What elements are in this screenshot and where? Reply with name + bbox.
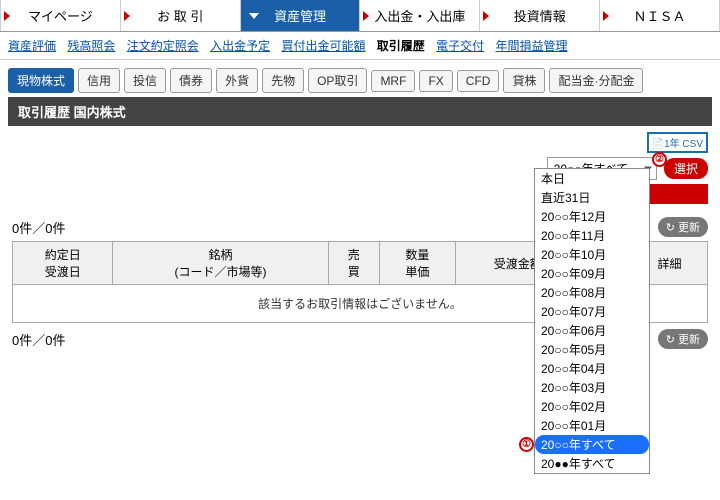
dropdown-item-selected[interactable]: 20○○年すべて <box>535 435 649 454</box>
select-button[interactable]: 選択 <box>664 158 708 179</box>
subnav-trade-history[interactable]: 取引履歴 <box>377 39 425 53</box>
csv-export-button[interactable]: 📄1年 CSV <box>647 132 708 153</box>
annotation-badge-1: ① <box>519 437 534 452</box>
cattab-cfd[interactable]: CFD <box>457 70 500 92</box>
dropdown-item[interactable]: 20○○年10月 <box>535 245 649 264</box>
section-title-bar: 取引履歴 国内株式 <box>8 97 712 126</box>
section-title: 取引履歴 国内株式 <box>18 105 126 120</box>
cattab-fund[interactable]: 投信 <box>124 68 166 93</box>
dropdown-item[interactable]: 20○○年09月 <box>535 264 649 283</box>
main-nav-mypage[interactable]: マイページ <box>0 0 121 31</box>
th-stock: 銘柄(コード／市場等) <box>113 242 328 285</box>
dropdown-item[interactable]: 20○○年05月 <box>535 340 649 359</box>
dropdown-item[interactable]: 本日 <box>535 169 649 188</box>
cattab-futures[interactable]: 先物 <box>262 68 304 93</box>
main-nav-deposit[interactable]: 入出金・入出庫 <box>360 0 480 31</box>
cattab-options[interactable]: OP取引 <box>308 68 367 93</box>
th-qtyprice: 数量単価 <box>379 242 455 285</box>
dropdown-item[interactable]: 20○○年06月 <box>535 321 649 340</box>
nav-marker-icon <box>603 11 609 21</box>
sub-nav: 資産評価 残高照会 注文約定照会 入出金予定 買付出金可能額 取引履歴 電子交付… <box>0 32 720 60</box>
period-dropdown: 本日 直近31日 20○○年12月 20○○年11月 20○○年10月 20○○… <box>534 168 650 474</box>
nav-marker-down-icon <box>249 13 259 19</box>
dropdown-item[interactable]: 20○○年08月 <box>535 283 649 302</box>
refresh-button-top[interactable]: 更新 <box>658 217 708 237</box>
dropdown-item[interactable]: 20○○年02月 <box>535 397 649 416</box>
refresh-button-bottom[interactable]: 更新 <box>658 329 708 349</box>
cattab-fx[interactable]: FX <box>419 70 452 92</box>
dropdown-item[interactable]: 20○○年03月 <box>535 378 649 397</box>
subnav-buy-power[interactable]: 買付出金可能額 <box>281 39 365 53</box>
dropdown-item[interactable]: 20○○年01月 <box>535 416 649 435</box>
nav-marker-icon <box>124 11 130 21</box>
dropdown-item[interactable]: 直近31日 <box>535 188 649 207</box>
cattab-spot[interactable]: 現物株式 <box>8 68 74 93</box>
subnav-deposit-schedule[interactable]: 入出金予定 <box>210 39 270 53</box>
nav-marker-icon <box>4 11 10 21</box>
main-nav-asset[interactable]: 資産管理 <box>241 0 361 31</box>
csv-row: 📄1年 CSV <box>0 126 720 155</box>
cattab-dividend[interactable]: 配当金·分配金 <box>549 68 643 93</box>
cattab-bond[interactable]: 債券 <box>170 68 212 93</box>
cattab-lending[interactable]: 貸株 <box>503 68 545 93</box>
main-nav-info[interactable]: 投資情報 <box>480 0 600 31</box>
cattab-mrf[interactable]: MRF <box>371 70 415 92</box>
dropdown-item[interactable]: 20○○年04月 <box>535 359 649 378</box>
result-count-top: 0件／0件 <box>12 218 65 237</box>
subnav-order-inquiry[interactable]: 注文約定照会 <box>127 39 199 53</box>
dropdown-item[interactable]: 20○○年07月 <box>535 302 649 321</box>
main-nav: マイページ お 取 引 資産管理 入出金・入出庫 投資情報 ＮＩＳＡ <box>0 0 720 32</box>
result-count-bottom: 0件／0件 <box>12 330 65 349</box>
dropdown-item[interactable]: 20○○年11月 <box>535 226 649 245</box>
subnav-annual-pl[interactable]: 年間損益管理 <box>496 39 568 53</box>
subnav-balance[interactable]: 残高照会 <box>67 39 115 53</box>
subnav-asset-eval[interactable]: 資産評価 <box>8 39 56 53</box>
category-tabs: 現物株式 信用 投信 債券 外貨 先物 OP取引 MRF FX CFD 貸株 配… <box>0 60 720 93</box>
th-buysell: 売買 <box>328 242 379 285</box>
cattab-fx-cash[interactable]: 外貨 <box>216 68 258 93</box>
nav-marker-icon <box>483 11 489 21</box>
annotation-badge-2: ② <box>652 152 667 167</box>
nav-marker-icon <box>363 11 369 21</box>
th-date: 約定日受渡日 <box>13 242 113 285</box>
main-nav-trade[interactable]: お 取 引 <box>121 0 241 31</box>
main-nav-nisa[interactable]: ＮＩＳＡ <box>600 0 720 31</box>
cattab-margin[interactable]: 信用 <box>78 68 120 93</box>
dropdown-item[interactable]: 20○○年12月 <box>535 207 649 226</box>
subnav-edelivery[interactable]: 電子交付 <box>436 39 484 53</box>
dropdown-item[interactable]: 20●●年すべて <box>535 454 649 473</box>
